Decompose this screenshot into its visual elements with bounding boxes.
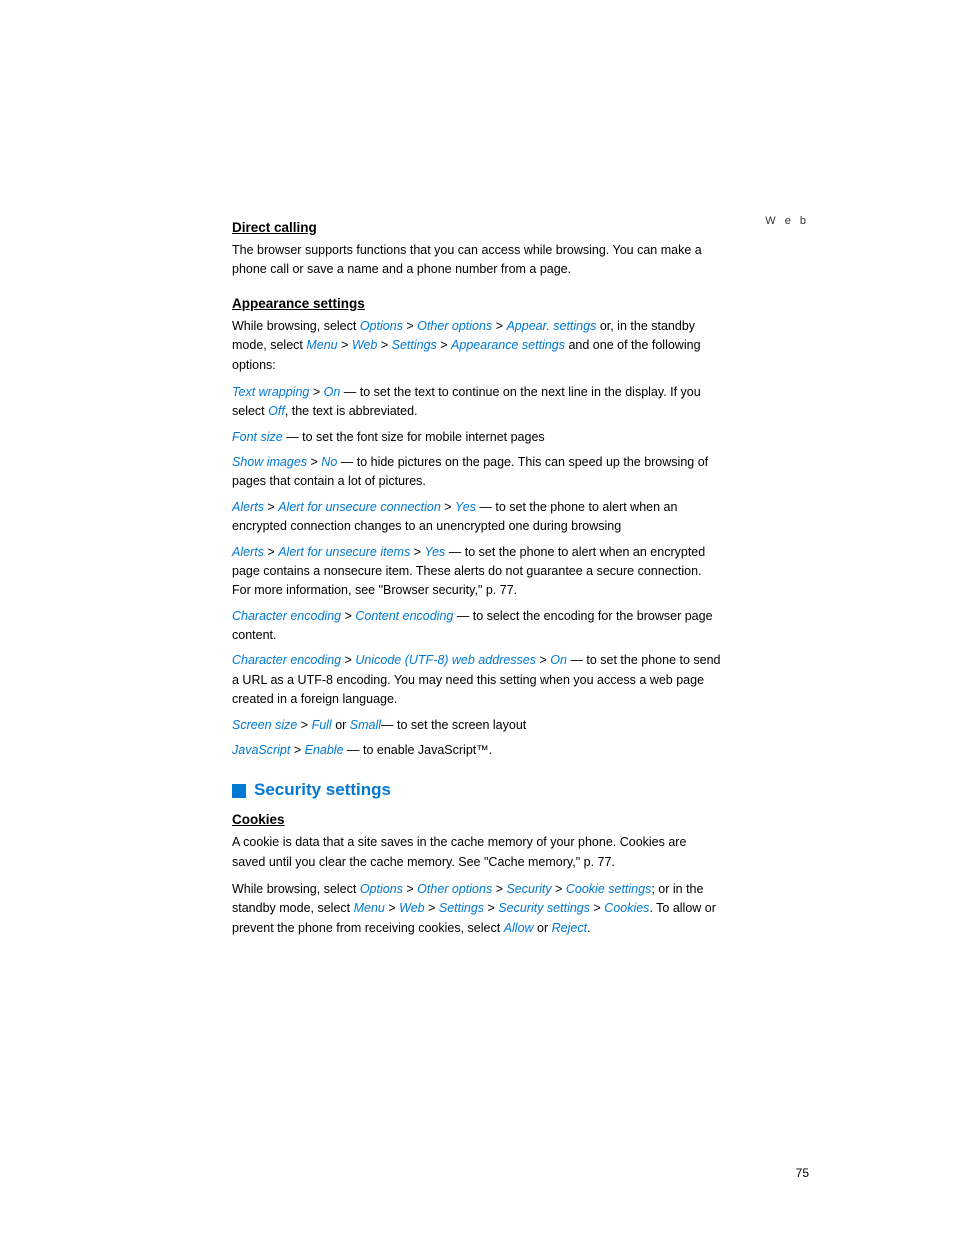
- small-link: Small: [350, 718, 381, 732]
- appearance-settings-intro: While browsing, select Options > Other o…: [232, 317, 722, 375]
- appearance-settings-heading: Appearance settings: [232, 296, 722, 311]
- security-settings-heading: Security settings: [254, 780, 391, 800]
- direct-calling-section: Direct calling The browser supports func…: [232, 220, 722, 280]
- security-heading-row: Security settings: [232, 780, 722, 800]
- reject-link: Reject: [552, 921, 587, 935]
- menu-link: Menu: [306, 338, 337, 352]
- allow-link: Allow: [504, 921, 534, 935]
- screen-size-link: Screen size: [232, 718, 297, 732]
- direct-calling-body: The browser supports functions that you …: [232, 241, 722, 280]
- font-size-link: Font size: [232, 430, 283, 444]
- alerts-link-1: Alerts: [232, 500, 264, 514]
- menu-link-2: Menu: [354, 901, 385, 915]
- cookies-body-2: While browsing, select Options > Other o…: [232, 880, 722, 938]
- text-wrapping-link: Text wrapping: [232, 385, 309, 399]
- security-settings-section: Security settings Cookies A cookie is da…: [232, 780, 722, 938]
- content-encoding-link: Content encoding: [355, 609, 453, 623]
- appearance-settings-link2: Appearance settings: [451, 338, 565, 352]
- appear-settings-link: Appear. settings: [506, 319, 596, 333]
- page: W e b Direct calling The browser support…: [0, 0, 954, 1235]
- settings-link-2: Settings: [439, 901, 484, 915]
- cookie-settings-link: Cookie settings: [566, 882, 651, 896]
- yes-link-2: Yes: [424, 545, 445, 559]
- web-link-2: Web: [399, 901, 424, 915]
- cookies-link: Cookies: [604, 901, 649, 915]
- bullet-font-size: Font size — to set the font size for mob…: [232, 428, 722, 447]
- bullet-alerts-items: Alerts > Alert for unsecure items > Yes …: [232, 543, 722, 601]
- page-number: 75: [796, 1166, 809, 1180]
- on-link-1: On: [324, 385, 341, 399]
- alert-unsecure-connection-link: Alert for unsecure connection: [278, 500, 441, 514]
- options-link: Options: [360, 319, 403, 333]
- other-options-link-2: Other options: [417, 882, 492, 896]
- javascript-link: JavaScript: [232, 743, 290, 757]
- settings-link: Settings: [392, 338, 437, 352]
- options-link-2: Options: [360, 882, 403, 896]
- full-link: Full: [312, 718, 332, 732]
- security-link: Security: [506, 882, 551, 896]
- bullet-show-images: Show images > No — to hide pictures on t…: [232, 453, 722, 492]
- unicode-utf8-link: Unicode (UTF-8) web addresses: [355, 653, 536, 667]
- appearance-settings-section: Appearance settings While browsing, sele…: [232, 296, 722, 761]
- security-square-icon: [232, 784, 246, 798]
- character-encoding-link-2: Character encoding: [232, 653, 341, 667]
- alert-unsecure-items-link: Alert for unsecure items: [278, 545, 410, 559]
- off-link: Off: [268, 404, 285, 418]
- direct-calling-heading: Direct calling: [232, 220, 722, 235]
- cookies-body-1: A cookie is data that a site saves in th…: [232, 833, 722, 872]
- character-encoding-link-1: Character encoding: [232, 609, 341, 623]
- bullet-char-encoding-utf8: Character encoding > Unicode (UTF-8) web…: [232, 651, 722, 709]
- no-link: No: [321, 455, 337, 469]
- bullet-javascript: JavaScript > Enable — to enable JavaScri…: [232, 741, 722, 760]
- cookies-heading: Cookies: [232, 812, 722, 827]
- on-link-2: On: [550, 653, 567, 667]
- bullet-text-wrapping: Text wrapping > On — to set the text to …: [232, 383, 722, 422]
- page-label: W e b: [765, 215, 809, 227]
- content-area: Direct calling The browser supports func…: [232, 0, 722, 1034]
- bullet-char-encoding-content: Character encoding > Content encoding — …: [232, 607, 722, 646]
- web-link: Web: [352, 338, 377, 352]
- other-options-link: Other options: [417, 319, 492, 333]
- security-settings-link: Security settings: [498, 901, 590, 915]
- yes-link-1: Yes: [455, 500, 476, 514]
- enable-link: Enable: [305, 743, 344, 757]
- bullet-screen-size: Screen size > Full or Small— to set the …: [232, 716, 722, 735]
- show-images-link: Show images: [232, 455, 307, 469]
- cookies-subsection: Cookies A cookie is data that a site sav…: [232, 812, 722, 938]
- alerts-link-2: Alerts: [232, 545, 264, 559]
- bullet-alerts-connection: Alerts > Alert for unsecure connection >…: [232, 498, 722, 537]
